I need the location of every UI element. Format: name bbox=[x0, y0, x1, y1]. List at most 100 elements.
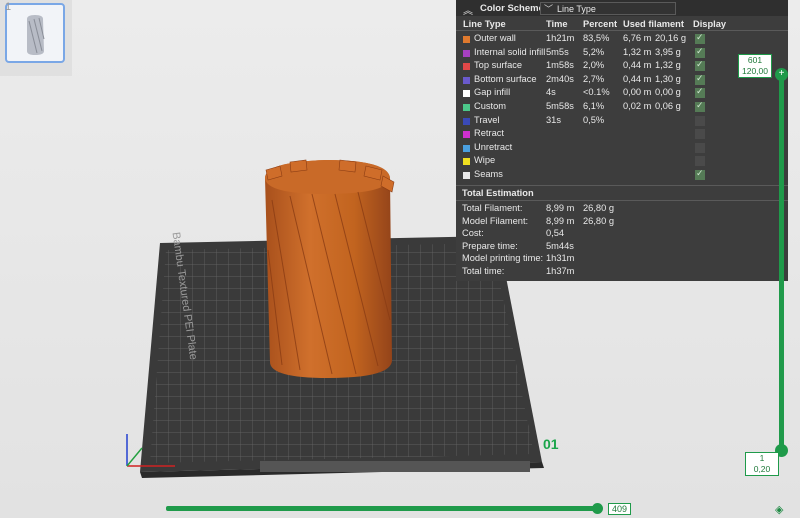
estimation-row: Model Filament: 8,99 m 26,80 g bbox=[456, 216, 788, 229]
collapse-up-icon[interactable]: ︽ bbox=[463, 2, 473, 17]
color-swatch bbox=[463, 131, 470, 139]
line-type-time: 1m58s bbox=[546, 60, 574, 71]
estimation-row: Model printing time: 1h31m bbox=[456, 253, 788, 266]
move-slider-track[interactable] bbox=[166, 506, 598, 511]
line-type-row[interactable]: Unretract bbox=[456, 142, 788, 156]
line-type-weight: 1,32 g bbox=[655, 60, 681, 71]
display-checkbox[interactable] bbox=[695, 100, 705, 112]
col-time: Time bbox=[546, 19, 568, 29]
line-type-length: 0,44 m bbox=[623, 60, 652, 71]
display-checkbox[interactable] bbox=[695, 59, 705, 72]
display-checkbox[interactable] bbox=[695, 73, 705, 85]
display-checkbox[interactable] bbox=[695, 156, 705, 167]
line-type-percent: <0.1% bbox=[583, 87, 610, 98]
line-type-name: Custom bbox=[474, 101, 507, 111]
line-type-row[interactable]: Gap infill 4s <0.1% 0,00 m 0,00 g bbox=[456, 86, 788, 101]
total-divider bbox=[456, 200, 788, 201]
estimation-value: 8,99 m bbox=[546, 203, 575, 213]
estimation-value: 1h37m bbox=[546, 266, 575, 276]
color-swatch bbox=[463, 158, 470, 166]
line-type-weight: 3,95 g bbox=[655, 46, 681, 57]
y-axis bbox=[126, 447, 143, 467]
col-display: Display bbox=[693, 19, 727, 29]
line-type-name: Unretract bbox=[474, 141, 513, 152]
color-swatch bbox=[463, 90, 470, 98]
line-type-name: Top surface bbox=[474, 60, 523, 71]
line-type-row[interactable]: Travel 31s 0,5% bbox=[456, 115, 788, 129]
line-type-row[interactable]: Outer wall 1h21m 83,5% 6,76 m 20,16 g bbox=[456, 32, 788, 47]
estimation-label: Cost: bbox=[462, 228, 484, 239]
plate-number: 01 bbox=[543, 436, 559, 452]
line-type-weight: 20,16 g bbox=[655, 33, 687, 43]
estimation-label: Total time: bbox=[462, 266, 505, 276]
display-checkbox[interactable] bbox=[695, 129, 705, 140]
line-type-row[interactable]: Retract bbox=[456, 128, 788, 142]
section-divider bbox=[456, 185, 788, 186]
line-type-time: 1h21m bbox=[546, 33, 575, 43]
bottom-layer-label: 1 0,20 bbox=[745, 452, 779, 476]
estimation-value: 8,99 m bbox=[546, 215, 575, 226]
sliced-model bbox=[265, 159, 395, 378]
estimation-value: 0,54 bbox=[546, 228, 565, 239]
display-checkbox[interactable] bbox=[695, 46, 705, 58]
estimation-value: 5m44s bbox=[546, 240, 574, 251]
estimation-label: Total Filament: bbox=[462, 203, 523, 213]
move-slider-value: 409 bbox=[608, 503, 632, 515]
color-scheme-select[interactable]: ﹀ Line Type bbox=[540, 2, 676, 15]
estimation-weight: 26,80 g bbox=[583, 215, 615, 226]
col-percent: Percent bbox=[583, 19, 618, 29]
line-type-percent: 5,2% bbox=[583, 46, 605, 57]
layers-icon[interactable]: ◈ bbox=[775, 503, 787, 516]
color-swatch bbox=[463, 104, 470, 111]
line-type-length: 0,44 m bbox=[623, 73, 652, 84]
line-type-row[interactable]: Wipe bbox=[456, 155, 788, 169]
total-estimation-title: Total Estimation bbox=[462, 188, 534, 198]
move-slider-handle[interactable] bbox=[592, 503, 603, 514]
top-layer-height: 120,00 bbox=[742, 66, 768, 76]
plate-thumbnail-strip: 1 bbox=[0, 0, 72, 76]
bottom-layer-height: 0,20 bbox=[753, 464, 771, 474]
line-type-name: Wipe bbox=[474, 155, 496, 166]
line-type-name: Outer wall bbox=[474, 33, 516, 43]
plate-index: 1 bbox=[5, 1, 12, 13]
display-checkbox[interactable] bbox=[695, 168, 705, 180]
line-type-name: Retract bbox=[474, 128, 504, 139]
line-type-percent: 83,5% bbox=[583, 33, 610, 43]
display-checkbox[interactable] bbox=[695, 86, 705, 99]
display-checkbox[interactable] bbox=[695, 115, 705, 126]
color-swatch bbox=[463, 76, 470, 84]
color-swatch bbox=[463, 144, 470, 152]
line-type-row[interactable]: Custom 5m58s 6,1% 0,02 m 0,06 g bbox=[456, 100, 788, 115]
legend-header: ︽ Color Scheme ﹀ Line Type bbox=[456, 0, 788, 17]
line-type-percent: 2,0% bbox=[583, 60, 605, 71]
col-line-type: Line Type bbox=[463, 19, 506, 29]
color-scheme-title: Color Scheme bbox=[480, 3, 544, 14]
estimation-label: Model printing time: bbox=[462, 253, 544, 264]
line-type-row[interactable]: Seams bbox=[456, 168, 788, 183]
col-used-filament: Used filament bbox=[623, 19, 684, 29]
line-type-name: Travel bbox=[474, 114, 500, 125]
layer-slider-top-handle[interactable]: + bbox=[775, 68, 788, 81]
plate-thumbnail[interactable] bbox=[5, 3, 65, 63]
line-type-time: 5m5s bbox=[546, 46, 569, 57]
line-type-name: Seams bbox=[474, 169, 503, 179]
line-type-time: 31s bbox=[546, 114, 561, 125]
top-layer-number: 601 bbox=[747, 55, 763, 65]
estimation-weight: 26,80 g bbox=[583, 203, 615, 213]
color-swatch bbox=[463, 117, 470, 125]
line-type-length: 0,02 m bbox=[623, 101, 652, 111]
line-type-percent: 6,1% bbox=[583, 101, 605, 111]
estimation-label: Model Filament: bbox=[462, 215, 529, 226]
layer-slider-track[interactable] bbox=[779, 74, 784, 451]
chevron-down-icon: ﹀ bbox=[544, 4, 554, 14]
display-checkbox[interactable] bbox=[695, 142, 705, 153]
line-type-weight: 0,00 g bbox=[655, 87, 681, 98]
display-checkbox[interactable] bbox=[695, 32, 705, 44]
line-type-length: 0,00 m bbox=[623, 87, 652, 98]
estimation-row: Total time: 1h37m bbox=[456, 266, 788, 279]
line-type-weight: 0,06 g bbox=[655, 101, 681, 111]
header-divider bbox=[456, 30, 788, 31]
line-type-length: 1,32 m bbox=[623, 46, 652, 57]
line-type-name: Bottom surface bbox=[474, 73, 537, 84]
line-type-length: 6,76 m bbox=[623, 33, 652, 43]
